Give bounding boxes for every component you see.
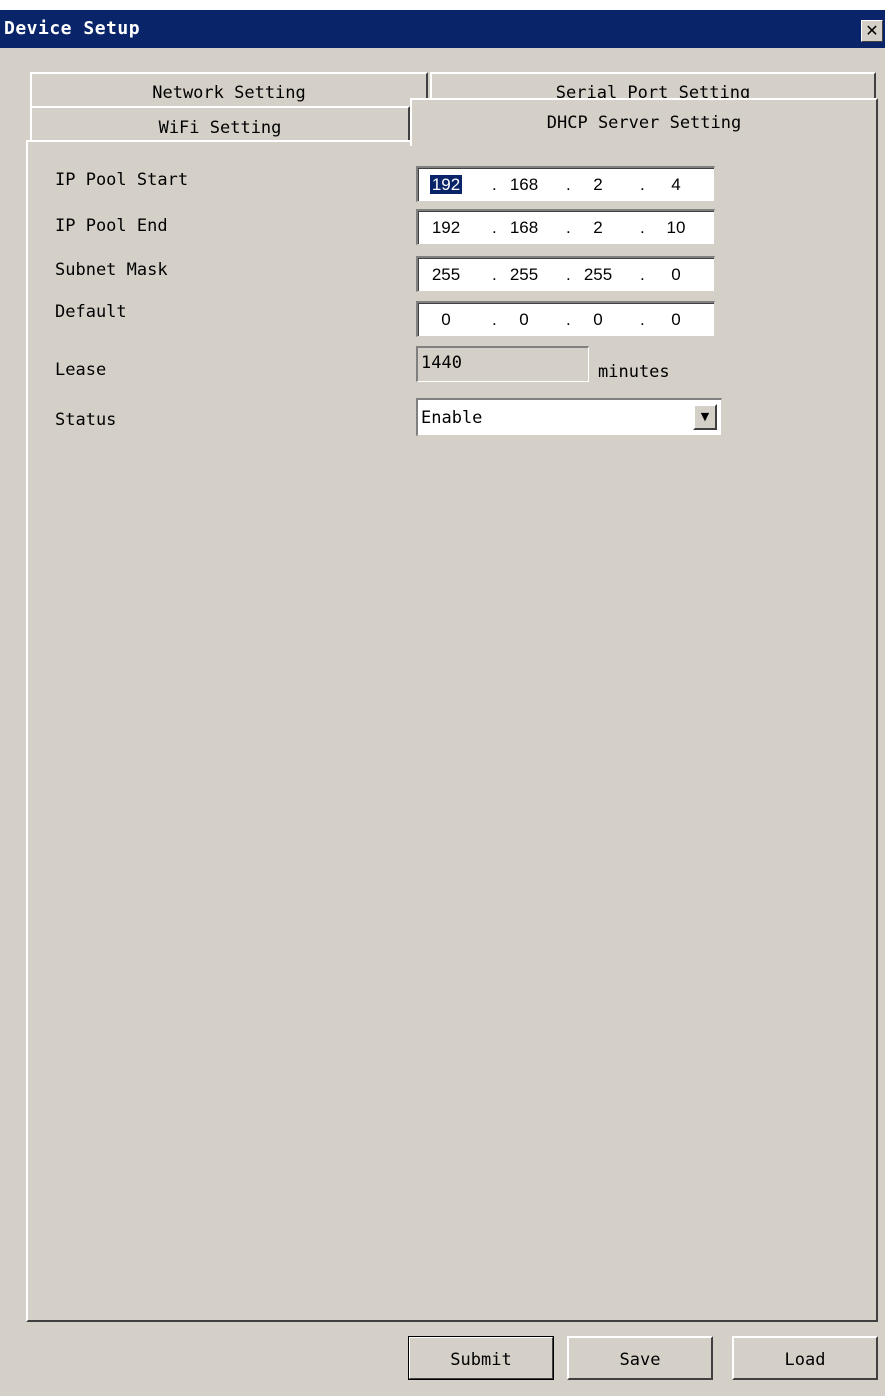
- default-gateway-octet-1[interactable]: 0: [424, 310, 468, 330]
- status-select-value: Enable: [421, 408, 483, 428]
- device-setup-window: Device Setup ✕ Network Setting Serial Po…: [0, 10, 885, 1396]
- subnet-mask-octet-3[interactable]: 255: [576, 265, 620, 285]
- ip-separator-dot: .: [566, 265, 571, 284]
- ip-separator-dot: .: [492, 265, 497, 284]
- ip-pool-start-octet-1[interactable]: 192: [424, 175, 468, 195]
- close-icon[interactable]: ✕: [861, 20, 883, 42]
- ip-separator-dot: .: [566, 310, 571, 329]
- ip-separator-dot: .: [640, 218, 645, 237]
- tab-network-label: Network Setting: [152, 83, 306, 103]
- ip-pool-start-field[interactable]: 192 . 168 . 2 . 4: [416, 166, 715, 202]
- tab-panel-joint: [412, 138, 876, 144]
- default-gateway-label: Default: [55, 302, 127, 322]
- ip-separator-dot: .: [492, 175, 497, 194]
- ip-separator-dot: .: [492, 310, 497, 329]
- ip-separator-dot: .: [492, 218, 497, 237]
- default-gateway-octet-2[interactable]: 0: [502, 310, 546, 330]
- ip-pool-start-octet-3[interactable]: 2: [576, 175, 620, 195]
- ip-pool-start-label: IP Pool Start: [55, 170, 189, 190]
- save-button[interactable]: Save: [567, 1336, 713, 1380]
- subnet-mask-label: Subnet Mask: [55, 260, 168, 280]
- status-select[interactable]: Enable ▼: [416, 398, 722, 436]
- ip-separator-dot: .: [640, 265, 645, 284]
- ip-pool-end-label: IP Pool End: [55, 216, 168, 236]
- default-gateway-field[interactable]: 0 . 0 . 0 . 0: [416, 301, 715, 337]
- tab-dhcp-label: DHCP Server Setting: [546, 113, 742, 133]
- ip-pool-end-octet-4[interactable]: 10: [654, 218, 698, 238]
- ip-separator-dot: .: [640, 175, 645, 194]
- lease-input[interactable]: 1440: [416, 346, 589, 382]
- submit-button[interactable]: Submit: [408, 1336, 554, 1380]
- tab-wifi-label: WiFi Setting: [158, 118, 282, 138]
- ip-pool-end-octet-3[interactable]: 2: [576, 218, 620, 238]
- ip-separator-dot: .: [566, 218, 571, 237]
- ip-pool-start-octet-2[interactable]: 168: [502, 175, 546, 195]
- subnet-mask-octet-2[interactable]: 255: [502, 265, 546, 285]
- ip-separator-dot: .: [640, 310, 645, 329]
- title-bar[interactable]: Device Setup ✕: [0, 10, 885, 48]
- default-gateway-octet-4[interactable]: 0: [654, 310, 698, 330]
- window-title: Device Setup: [4, 18, 141, 39]
- ip-pool-start-octet-4[interactable]: 4: [654, 175, 698, 195]
- ip-pool-end-field[interactable]: 192 . 168 . 2 . 10: [416, 209, 715, 245]
- subnet-mask-octet-4[interactable]: 0: [654, 265, 698, 285]
- lease-unit-label: minutes: [598, 362, 670, 382]
- ip-pool-end-octet-1[interactable]: 192: [424, 218, 468, 238]
- lease-label: Lease: [55, 360, 107, 380]
- ip-separator-dot: .: [566, 175, 571, 194]
- ip-pool-end-octet-2[interactable]: 168: [502, 218, 546, 238]
- tab-wifi-setting[interactable]: WiFi Setting: [30, 106, 410, 142]
- tab-network-setting[interactable]: Network Setting: [30, 72, 428, 106]
- default-gateway-octet-3[interactable]: 0: [576, 310, 620, 330]
- chevron-down-icon[interactable]: ▼: [693, 404, 717, 430]
- status-label: Status: [55, 410, 117, 430]
- subnet-mask-octet-1[interactable]: 255: [424, 265, 468, 285]
- load-button[interactable]: Load: [732, 1336, 878, 1380]
- subnet-mask-field[interactable]: 255 . 255 . 255 . 0: [416, 256, 715, 292]
